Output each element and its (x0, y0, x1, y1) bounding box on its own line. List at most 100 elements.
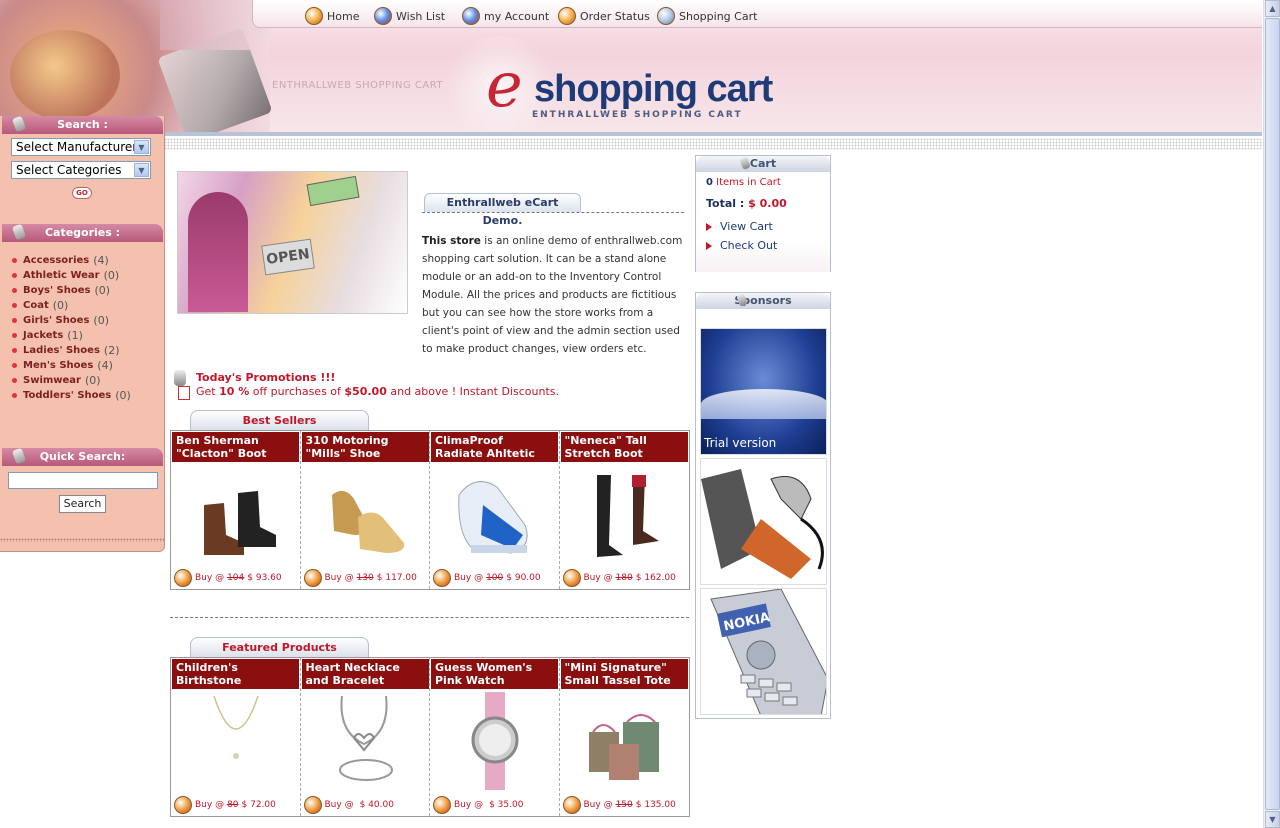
product-card[interactable]: "Neneca" Tall Stretch Boot Buy @180 $ 162… (560, 431, 690, 589)
promotion-icon (172, 370, 192, 402)
product-title[interactable]: Heart Necklace and Bracelet (301, 659, 429, 689)
category-name: Boys' Shoes (23, 285, 91, 296)
product-image[interactable] (194, 692, 278, 790)
bullet-icon (12, 318, 17, 323)
category-count: (4) (97, 359, 113, 372)
logo-wordmark: shopping cart (534, 68, 773, 110)
arrow-right-icon (706, 241, 712, 250)
bullet-icon (12, 393, 17, 398)
category-item[interactable]: Girls' Shoes (0) (12, 313, 131, 328)
bullet-icon (12, 333, 17, 338)
category-item[interactable]: Men's Shoes (4) (12, 358, 131, 373)
category-name: Toddlers' Shoes (23, 390, 112, 401)
nav-order-status[interactable]: Order Status (558, 6, 650, 26)
scrollbar-thumb[interactable] (1265, 18, 1280, 810)
buy-link[interactable]: Buy @130 $ 117.00 (303, 569, 417, 587)
check-out-link[interactable]: Check Out (706, 236, 820, 255)
nav-wishlist[interactable]: Wish List (374, 6, 445, 26)
go-button[interactable]: GO (72, 187, 92, 199)
category-count: (0) (85, 374, 101, 387)
product-card[interactable]: Guess Women's Pink Watch Buy @ $ 35.00 (430, 658, 560, 816)
nav-shopping-cart[interactable]: Shopping Cart (657, 6, 757, 26)
nav-home[interactable]: Home (305, 6, 359, 26)
product-title[interactable]: ClimaProof Radiate Ahltetic Shoe (431, 432, 558, 473)
home-icon (305, 7, 323, 25)
product-card[interactable]: "Mini Signature" Small Tassel Tote Buy @… (560, 658, 690, 816)
featured-products-tab[interactable]: Featured Products (190, 637, 369, 657)
sponsor-banner[interactable]: Trial version (700, 328, 827, 455)
sponsor-banner[interactable]: NOKIA (700, 588, 827, 715)
product-image[interactable] (323, 465, 408, 563)
category-item[interactable]: Boys' Shoes (0) (12, 283, 131, 298)
store-banner-image: OPEN (177, 171, 408, 314)
category-item[interactable]: Toddlers' Shoes (0) (12, 388, 131, 403)
category-count: (1) (67, 329, 83, 342)
buy-link[interactable]: Buy @ $ 35.00 (433, 796, 523, 814)
buy-icon (433, 796, 451, 814)
wishlist-icon (374, 7, 392, 25)
best-sellers-tab[interactable]: Best Sellers (190, 410, 369, 430)
best-sellers-grid: Ben Sherman "Clacton" Boot Buy @104 $ 93.… (170, 430, 690, 590)
buy-icon (174, 796, 192, 814)
category-item[interactable]: Accessories (4) (12, 253, 131, 268)
scroll-up-icon[interactable]: ▲ (1265, 0, 1280, 17)
category-item[interactable]: Swimwear (0) (12, 373, 131, 388)
buy-link[interactable]: Buy @180 $ 162.00 (562, 569, 676, 587)
trial-version-label: Trial version (704, 436, 777, 450)
category-item[interactable]: Coat (0) (12, 298, 131, 313)
product-title[interactable]: Ben Sherman "Clacton" Boot (172, 432, 299, 462)
buy-icon (562, 796, 581, 814)
categories-header-label: Categories : (44, 226, 121, 239)
search-header: Search : (2, 115, 163, 134)
header-brand-tag: ENTHRALLWEB SHOPPING CART (272, 80, 444, 91)
cart-items-count: 0 Items in Cart (706, 177, 781, 188)
category-name: Swimwear (23, 375, 81, 386)
product-image[interactable] (582, 465, 667, 563)
category-item[interactable]: Ladies' Shoes (2) (12, 343, 131, 358)
category-count: (0) (93, 314, 110, 327)
buy-link[interactable]: Buy @ $ 40.00 (303, 796, 394, 814)
product-title[interactable]: "Neneca" Tall Stretch Boot (560, 432, 688, 462)
buy-link[interactable]: Buy @100 $ 90.00 (433, 569, 541, 587)
view-cart-link[interactable]: View Cart (706, 217, 820, 236)
nav-account[interactable]: my Account (462, 6, 549, 26)
product-card[interactable]: Heart Necklace and Bracelet Buy @ $ 40.00 (301, 658, 430, 816)
category-item[interactable]: Athletic Wear (0) (12, 268, 131, 283)
sponsor-banner[interactable] (700, 458, 827, 585)
product-image[interactable] (453, 465, 537, 563)
category-item[interactable]: Jackets (1) (12, 328, 131, 343)
product-title[interactable]: 310 Motoring "Mills" Shoe (301, 432, 429, 462)
quick-search-button[interactable]: Search (59, 495, 106, 513)
account-icon (462, 7, 480, 25)
product-title[interactable]: Children's Birthstone Necklaces (172, 659, 299, 700)
chevron-down-icon: ▼ (134, 140, 149, 154)
category-select[interactable]: Select Categories ▼ (11, 161, 151, 179)
category-name: Ladies' Shoes (23, 345, 100, 356)
scroll-down-icon[interactable]: ▼ (1265, 811, 1280, 828)
product-image[interactable] (323, 692, 408, 790)
nav-wishlist-label: Wish List (396, 9, 446, 23)
category-name: Men's Shoes (23, 360, 94, 371)
category-name: Accessories (23, 255, 90, 266)
quick-search-input[interactable] (8, 472, 158, 489)
cart-title: Cart (749, 157, 777, 170)
quick-search-header-label: Quick Search: (39, 450, 126, 463)
buy-link[interactable]: Buy @80 $ 72.00 (174, 796, 276, 814)
manufacturer-select[interactable]: Select Manufacturer ▼ (11, 138, 151, 156)
product-image[interactable] (453, 692, 537, 790)
product-card[interactable]: Ben Sherman "Clacton" Boot Buy @104 $ 93.… (171, 431, 301, 589)
vertical-scrollbar[interactable]: ▲ ▼ (1263, 0, 1280, 828)
buy-link[interactable]: Buy @150 $ 135.00 (562, 796, 676, 814)
product-card[interactable]: Children's Birthstone Necklaces Buy @80$… (171, 658, 301, 816)
product-title[interactable]: Guess Women's Pink Watch (431, 659, 558, 689)
product-card[interactable]: ClimaProof Radiate Ahltetic Shoe Buy @10… (430, 431, 560, 589)
product-image[interactable] (582, 692, 667, 790)
product-card[interactable]: 310 Motoring "Mills" Shoe Buy @130 $ 117.… (301, 431, 430, 589)
site-header: Home Wish List my Account Order Status S… (0, 0, 1262, 136)
product-image[interactable] (194, 465, 278, 563)
buy-link[interactable]: Buy @104 $ 93.60 (174, 569, 282, 587)
category-count: (0) (52, 299, 69, 312)
product-title[interactable]: "Mini Signature" Small Tassel Tote (560, 659, 688, 689)
bullet-icon (12, 288, 17, 293)
cart-panel-header: Cart (696, 155, 830, 172)
